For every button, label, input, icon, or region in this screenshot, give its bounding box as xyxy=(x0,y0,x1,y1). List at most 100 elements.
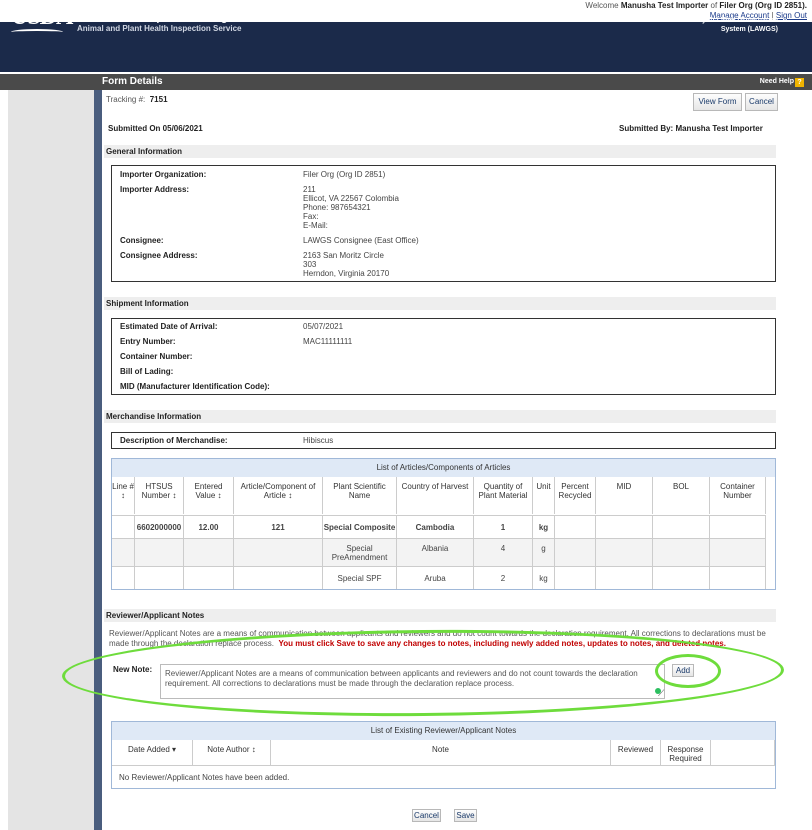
importer-address-label: Importer Address: xyxy=(120,185,190,194)
left-sidebar xyxy=(8,90,94,830)
logo-text: USDA xyxy=(11,4,73,30)
column-header: Quantity of Plant Material xyxy=(474,477,533,514)
table-cell: 121 xyxy=(234,515,323,538)
column-header: BOL xyxy=(653,477,710,514)
page-title: Form Details xyxy=(102,76,163,87)
importer-org-label: Importer Organization: xyxy=(120,170,207,179)
notes-column-header xyxy=(711,740,775,766)
tracking-label: Tracking #: xyxy=(106,95,146,104)
left-accent-bar xyxy=(94,90,102,830)
consignee-label: Consignee: xyxy=(120,236,164,245)
existing-notes-table: List of Existing Reviewer/Applicant Note… xyxy=(111,721,776,789)
general-info-box: Importer Organization: Filer Org (Org ID… xyxy=(111,165,776,282)
annotation-ellipse-add xyxy=(655,654,721,688)
consignee-address-value: 2163 San Moritz Circle 303 Herndon, Virg… xyxy=(303,251,389,278)
eta-label: Estimated Date of Arrival: xyxy=(120,322,218,331)
table-cell xyxy=(112,566,135,589)
column-header: MID xyxy=(596,477,653,514)
table-cell xyxy=(596,566,653,589)
table-cell xyxy=(112,538,135,566)
table-cell xyxy=(135,538,184,566)
agency-line2: Animal and Plant Health Inspection Servi… xyxy=(77,24,242,33)
merchandise-box: Description of Merchandise: Hibiscus xyxy=(111,432,776,449)
help-icon[interactable]: ? xyxy=(795,78,804,87)
system-line2: System (LAWGS) xyxy=(720,26,778,33)
user-name: Manusha Test Importer xyxy=(620,1,709,10)
bill-of-lading-label: Bill of Lading: xyxy=(120,367,174,376)
column-header[interactable]: Entered Value ↕ xyxy=(184,477,234,514)
table-cell xyxy=(653,566,710,589)
table-cell xyxy=(596,538,653,566)
system-line1: Lacey Act Web Governance xyxy=(686,17,778,24)
cancel-button[interactable]: Cancel xyxy=(412,809,441,822)
importer-address-value: 211 Ellicot, VA 22567 Colombia Phone: 98… xyxy=(303,185,399,230)
articles-table: List of Articles/Components of Articles … xyxy=(111,458,776,590)
table-cell xyxy=(184,566,234,589)
table-cell xyxy=(710,515,766,538)
table-cell xyxy=(555,538,596,566)
table-cell xyxy=(710,538,766,566)
table-cell xyxy=(555,566,596,589)
table-cell: Special PreAmendment xyxy=(323,538,397,566)
table-cell: g xyxy=(533,538,555,566)
eta-value: 05/07/2021 xyxy=(303,322,344,331)
usda-logo[interactable]: USDA xyxy=(11,4,73,42)
column-header: Percent Recycled xyxy=(555,477,596,514)
shipment-info-header: Shipment Information xyxy=(104,297,776,310)
table-cell: 2 xyxy=(474,566,533,589)
column-header: Container Number xyxy=(710,477,766,514)
save-button[interactable]: Save xyxy=(454,809,477,822)
address-line: 303 xyxy=(303,260,317,269)
existing-notes-title: List of Existing Reviewer/Applicant Note… xyxy=(112,722,775,740)
merchandise-desc-value: Hibiscus xyxy=(303,436,334,445)
tracking-number: Tracking #: 7151 xyxy=(106,95,168,104)
merchandise-desc-label: Description of Merchandise: xyxy=(120,436,228,445)
agency-line1: United States Department of Agriculture xyxy=(77,13,268,24)
table-cell xyxy=(184,538,234,566)
agency-name: United States Department of Agriculture … xyxy=(77,13,267,33)
view-form-button[interactable]: View Form xyxy=(693,93,742,111)
column-header[interactable]: HTSUS Number ↕ xyxy=(135,477,184,514)
of-text: of xyxy=(710,1,718,10)
container-number-label: Container Number: xyxy=(120,352,193,361)
no-notes-message: No Reviewer/Applicant Notes have been ad… xyxy=(119,773,290,782)
general-info-header: General Information xyxy=(104,145,776,158)
table-cell: Aruba xyxy=(397,566,474,589)
need-help-link[interactable]: Need Help xyxy=(760,78,794,85)
notes-column-header: Reviewed xyxy=(611,740,661,766)
org-name: Filer Org (Org ID 2851). xyxy=(719,1,807,10)
table-cell: Albania xyxy=(397,538,474,566)
column-header[interactable]: Line # ↕ xyxy=(112,477,135,514)
column-header: Unit xyxy=(533,477,555,514)
consignee-address-label: Consignee Address: xyxy=(120,251,198,260)
table-cell xyxy=(555,515,596,538)
cancel-top-button[interactable]: Cancel xyxy=(745,93,778,111)
address-line: E-Mail: xyxy=(303,221,328,230)
table-cell: Special Composite xyxy=(323,515,397,538)
sign-out-link[interactable]: Sign Out xyxy=(776,11,807,20)
notes-column-header: Note xyxy=(271,740,611,766)
submitted-by: Submitted By: Manusha Test Importer xyxy=(619,124,763,133)
notes-column-header[interactable]: Note Author ↕ xyxy=(193,740,271,766)
table-cell xyxy=(710,566,766,589)
mid-label: MID (Manufacturer Identification Code): xyxy=(120,382,270,391)
address-line: Phone: 987654321 xyxy=(303,203,371,212)
system-name: Lacey Act Web Governance System (LAWGS) xyxy=(686,16,778,34)
entry-number-label: Entry Number: xyxy=(120,337,176,346)
tracking-value: 7151 xyxy=(149,95,168,104)
notes-column-header: Response Required xyxy=(661,740,711,766)
table-cell xyxy=(596,515,653,538)
entry-number-value: MAC11111111 xyxy=(303,337,353,346)
column-header[interactable]: Article/Component of Article ↕ xyxy=(234,477,323,514)
articles-table-title: List of Articles/Components of Articles xyxy=(112,459,775,477)
address-line: Ellicot, VA 22567 Colombia xyxy=(303,194,399,203)
table-cell: 12.00 xyxy=(184,515,234,538)
address-line: 2163 San Moritz Circle xyxy=(303,251,384,260)
consignee-value: LAWGS Consignee (East Office) xyxy=(303,236,419,245)
notes-column-header[interactable]: Date Added ▾ xyxy=(112,740,193,766)
welcome-text: Welcome xyxy=(585,1,619,10)
table-cell xyxy=(653,538,710,566)
table-cell: 4 xyxy=(474,538,533,566)
table-cell: 1 xyxy=(474,515,533,538)
table-cell xyxy=(234,538,323,566)
